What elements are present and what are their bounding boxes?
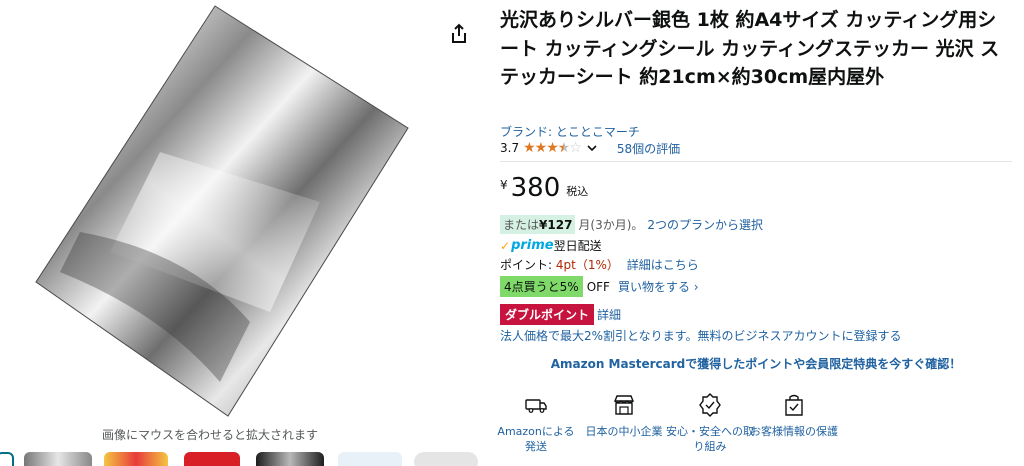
- prime-check-icon: ✓: [500, 238, 511, 253]
- thumbnail-5[interactable]: [256, 452, 324, 466]
- star-rating-icon[interactable]: ★★★★☆: [523, 140, 582, 156]
- thumbnail-4[interactable]: [184, 452, 240, 466]
- double-point-detail-link[interactable]: 詳細: [597, 306, 621, 323]
- shield-badge-icon: [699, 393, 721, 417]
- thumbnail-3[interactable]: [104, 452, 168, 466]
- feature-safety[interactable]: 安心・安全への取り組み: [666, 392, 754, 454]
- feature-label: Amazonによる発送: [497, 425, 575, 453]
- points-label: ポイント:: [500, 258, 556, 272]
- rating-row: 3.7 ★★★★☆ 58個の評価: [500, 139, 680, 157]
- installment-plan-link[interactable]: 2つのプランから選択: [647, 216, 763, 233]
- rating-number: 3.7: [500, 141, 520, 155]
- business-account-link[interactable]: 法人価格で最大2%割引となります。無料のビジネスアカウントに登録する: [500, 327, 901, 344]
- prime-shipping-row: ✓ prime 翌日配送: [500, 237, 602, 254]
- feature-label: お客様情報の保護: [750, 425, 838, 438]
- installment-term: 月(3か月)。: [578, 218, 644, 232]
- thumbnail-strip: [0, 452, 490, 466]
- price-value: 380: [510, 173, 561, 203]
- chevron-down-icon[interactable]: [587, 143, 597, 153]
- thumbnail-1[interactable]: [0, 452, 14, 466]
- feature-privacy[interactable]: お客様情報の保護: [750, 392, 838, 439]
- points-detail-link[interactable]: 詳細はこちら: [627, 258, 699, 272]
- installment-amount: ¥127: [539, 218, 573, 232]
- storefront-icon: [613, 395, 635, 415]
- bulk-shop-link[interactable]: 買い物をする ›: [618, 278, 699, 295]
- reviews-link[interactable]: 58個の評価: [617, 140, 680, 157]
- points-row: ポイント: 4pt（1%） 詳細はこちら: [500, 256, 699, 273]
- thumbnail-2[interactable]: [24, 452, 92, 466]
- image-gallery: 画像にマウスを合わせると拡大されます: [0, 0, 490, 466]
- bulk-discount-row: 4点買うと5% OFF 買い物をする ›: [500, 276, 699, 297]
- prime-logo: prime: [511, 238, 554, 253]
- feature-amazon-shipping[interactable]: Amazonによる発送: [492, 392, 580, 454]
- thumbnail-6[interactable]: [338, 452, 402, 466]
- double-point-badge: ダブルポイント: [500, 304, 595, 325]
- brand-link[interactable]: ブランド: とことこマーチ: [500, 123, 640, 140]
- product-main-image[interactable]: [20, 2, 420, 420]
- price-block: ¥ 380 税込: [500, 174, 588, 202]
- features-row: Amazonによる発送 日本の中小企業 安心・安全への取り組み お客様情報の保護: [497, 392, 860, 462]
- bulk-discount-badge: 4点買うと5%: [500, 276, 583, 297]
- installment-row: または¥127 月(3か月)。 2つのプランから選択: [500, 215, 763, 234]
- installment-prefix: または: [503, 218, 540, 232]
- delivery-truck-icon: [525, 399, 547, 413]
- price-symbol: ¥: [500, 178, 508, 192]
- feature-label: 日本の中小企業: [585, 425, 663, 438]
- divider: [500, 161, 1012, 162]
- zoom-hint: 画像にマウスを合わせると拡大されます: [101, 428, 318, 442]
- double-point-row: ダブルポイント 詳細: [500, 304, 621, 325]
- price-tax-label: 税込: [566, 185, 589, 198]
- thumbnail-more[interactable]: [414, 452, 478, 466]
- delivery-text: 翌日配送: [553, 239, 602, 253]
- share-icon[interactable]: [449, 23, 469, 45]
- protected-bag-icon: [785, 394, 803, 416]
- installment-badge: または¥127: [500, 215, 576, 234]
- feature-label: 安心・安全への取り組み: [666, 425, 754, 453]
- product-title: 光沢ありシルバー銀色 1枚 約A4サイズ カッティング用シート カッティングシー…: [500, 9, 1000, 88]
- feature-small-business[interactable]: 日本の中小企業: [580, 392, 668, 439]
- mastercard-link[interactable]: Amazon Mastercardで獲得したポイントや会員限定特典を今すぐ確認！: [500, 355, 1012, 372]
- points-value: 4pt（1%）: [555, 258, 619, 272]
- bulk-off-label: OFF: [586, 279, 610, 294]
